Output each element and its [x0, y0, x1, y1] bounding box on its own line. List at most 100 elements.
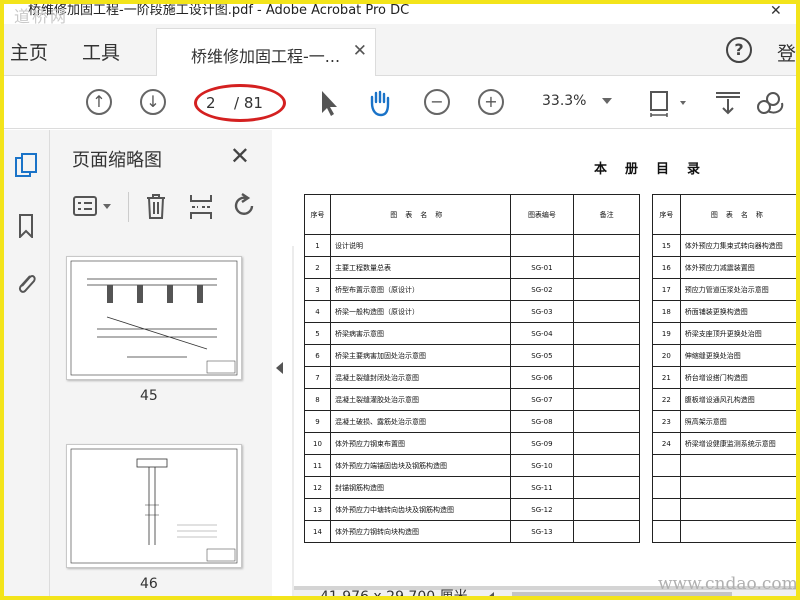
- row-name: [679, 498, 796, 521]
- row-code: SG-10: [509, 454, 575, 477]
- pdf-page: 本册目录 序号 图表名称 图表编号 备注 1 设计说明 2 主要工程数量总表 SG-0…: [294, 130, 796, 586]
- table-row: 15 体外预应力集束式转向器构造图: [652, 234, 796, 257]
- window-close-icon[interactable]: ✕: [770, 4, 784, 18]
- row-name: 腹板增设通风孔构造图: [679, 388, 796, 411]
- tab-home[interactable]: 主页: [10, 38, 48, 65]
- tab-document[interactable]: 桥维修加固工程-一... ✕: [156, 28, 376, 76]
- row-seq: 2: [304, 256, 331, 279]
- table-row: 5 桥梁病害示意图 SG-04: [304, 322, 640, 345]
- table-row: 6 桥梁主要病害加固处治示意图 SG-05: [304, 344, 640, 367]
- row-seq: 19: [652, 322, 681, 345]
- row-seq: 22: [652, 388, 681, 411]
- table-row: 4 桥梁一般构造图（原设计） SG-03: [304, 300, 640, 323]
- thumbnail-options-icon[interactable]: [72, 194, 114, 218]
- row-seq: 5: [304, 322, 331, 345]
- sign-in-link[interactable]: 登: [777, 39, 796, 66]
- table-row: 11 体外预应力端锚固齿块及钢筋构造图 SG-10: [304, 454, 640, 477]
- table-row: 20 伸缩缝更换处治图: [652, 344, 796, 367]
- row-name: 桥型布置示意图（原设计）: [329, 278, 511, 301]
- acrobat-window: 桥维修加固工程-一阶段施工设计图.pdf - Adobe Acrobat Pro…: [0, 0, 800, 600]
- row-name: 体外预应力集束式转向器构造图: [679, 234, 796, 257]
- table-row: 21 桥台增设搭门构造图: [652, 366, 796, 389]
- row-name: 桥梁主要病害加固处治示意图: [329, 344, 511, 367]
- row-note: [573, 388, 640, 411]
- row-seq: 16: [652, 256, 681, 279]
- row-seq: 4: [304, 300, 331, 323]
- toc-table-left: 序号 图表名称 图表编号 备注 1 设计说明 2 主要工程数量总表 SG-01 3 桥型…: [304, 194, 640, 543]
- row-note: [573, 322, 640, 345]
- document-heading: 本册目录: [594, 162, 719, 177]
- row-name: 设计说明: [329, 234, 511, 257]
- table-row: 24 桥梁增设健康监测系统示意图: [652, 432, 796, 455]
- zoom-out-icon[interactable]: −: [424, 89, 450, 115]
- table-row: 13 体外预应力中塘转向齿块及钢筋构造图 SG-12: [304, 498, 640, 521]
- attachments-icon[interactable]: [14, 270, 38, 296]
- row-code: [509, 234, 575, 257]
- row-seq: 11: [304, 454, 331, 477]
- page-thumbnail-45[interactable]: [66, 256, 242, 380]
- row-name: 照高架示意图: [679, 410, 796, 433]
- next-page-icon[interactable]: ↓: [140, 89, 166, 115]
- row-code: SG-01: [509, 256, 575, 279]
- row-name: 体外预应力中塘转向齿块及钢筋构造图: [329, 498, 511, 521]
- row-seq: 10: [304, 432, 331, 455]
- document-viewport[interactable]: 本册目录 序号 图表名称 图表编号 备注 1 设计说明 2 主要工程数量总表 SG-0…: [294, 130, 796, 590]
- row-note: [573, 366, 640, 389]
- row-name: [679, 476, 796, 499]
- page-thumbnails-icon[interactable]: [14, 152, 38, 178]
- scroll-left-icon[interactable]: [488, 592, 494, 596]
- row-seq: 23: [652, 410, 681, 433]
- collapse-panel-icon[interactable]: [276, 362, 283, 374]
- table-row: 9 混凝土破损、露筋处治示意图 SG-08: [304, 410, 640, 433]
- column-header: 序号: [304, 194, 331, 235]
- zoom-level[interactable]: 33.3%: [542, 93, 586, 109]
- row-code: SG-09: [509, 432, 575, 455]
- select-cursor-icon[interactable]: [318, 89, 340, 117]
- row-seq: 7: [304, 366, 331, 389]
- row-name: 混凝土裂缝灌胶处治示意图: [329, 388, 511, 411]
- row-code: SG-07: [509, 388, 575, 411]
- thumbnail-drawing: [70, 448, 238, 564]
- zoom-dropdown-icon[interactable]: [602, 98, 612, 104]
- page-thumbnail-46[interactable]: [66, 444, 242, 568]
- row-name: 主要工程数量总表: [329, 256, 511, 279]
- close-panel-icon[interactable]: ✕: [230, 142, 250, 170]
- column-header: 图表编号: [509, 194, 575, 235]
- table-row: 1 设计说明: [304, 234, 640, 257]
- row-note: [573, 256, 640, 279]
- row-name: [679, 454, 796, 477]
- row-seq: [652, 454, 681, 477]
- row-name: 混凝土破损、露筋处治示意图: [329, 410, 511, 433]
- help-icon[interactable]: ?: [726, 37, 752, 63]
- close-tab-icon[interactable]: ✕: [353, 41, 367, 61]
- row-seq: 8: [304, 388, 331, 411]
- row-code: SG-13: [509, 520, 575, 543]
- tab-tools[interactable]: 工具: [82, 38, 120, 65]
- table-row: 8 混凝土裂缝灌胶处治示意图 SG-07: [304, 388, 640, 411]
- zoom-in-icon[interactable]: +: [478, 89, 504, 115]
- row-code: SG-06: [509, 366, 575, 389]
- page-size-readout: 41.976 x 29.700 厘米: [320, 589, 468, 600]
- row-seq: [652, 476, 681, 499]
- bookmarks-icon[interactable]: [14, 212, 38, 238]
- panel-title: 页面缩略图: [72, 150, 162, 171]
- title-bar: 桥维修加固工程-一阶段施工设计图.pdf - Adobe Acrobat Pro…: [4, 4, 796, 24]
- hand-tool-icon[interactable]: [366, 89, 394, 117]
- previous-page-icon[interactable]: ↑: [86, 89, 112, 115]
- page-fit-icon[interactable]: [648, 89, 690, 117]
- row-name: 桥梁支座顶升更换处治图: [679, 322, 796, 345]
- share-link-icon[interactable]: [754, 89, 786, 117]
- annotation-ellipse: [194, 84, 286, 122]
- row-seq: [652, 520, 681, 543]
- insert-page-icon[interactable]: [188, 192, 214, 222]
- table-row: 17 预应力管道压浆处治示意图: [652, 278, 796, 301]
- scroll-mode-icon[interactable]: [714, 89, 742, 117]
- table-row: 18 桥面铺装更换构造图: [652, 300, 796, 323]
- footer-watermark: www.cndao.com: [658, 574, 798, 594]
- delete-page-icon[interactable]: [144, 192, 168, 220]
- row-seq: 21: [652, 366, 681, 389]
- row-name: 混凝土裂缝封闭处治示意图: [329, 366, 511, 389]
- row-seq: 20: [652, 344, 681, 367]
- rotate-page-icon[interactable]: [230, 192, 258, 220]
- row-note: [573, 498, 640, 521]
